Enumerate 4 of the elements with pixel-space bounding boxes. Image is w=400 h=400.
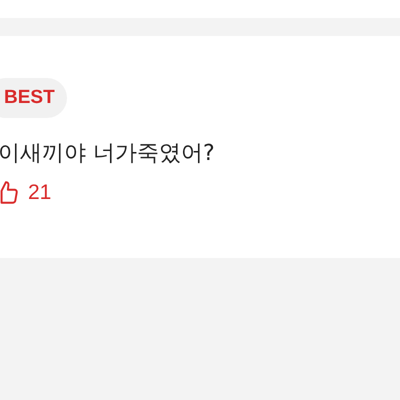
best-badge: BEST xyxy=(0,78,67,118)
thumbs-up-icon[interactable] xyxy=(0,180,20,206)
comment-text: 이새끼야 너가죽였어? xyxy=(0,140,215,168)
like-count: 21 xyxy=(28,181,52,205)
